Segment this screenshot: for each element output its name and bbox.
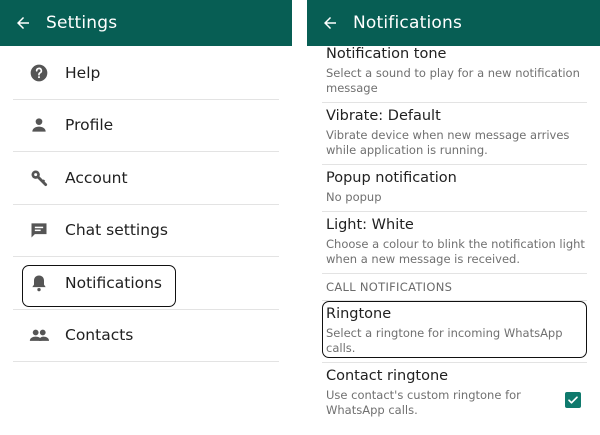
key-icon	[13, 168, 65, 188]
settings-item-profile[interactable]: Profile	[13, 100, 279, 152]
settings-title: Settings	[46, 13, 118, 33]
settings-item-notifications[interactable]: Notifications	[13, 257, 279, 310]
notifications-app-bar: Notifications	[307, 0, 600, 46]
checkmark-icon	[568, 396, 578, 404]
contact-ringtone-checkbox[interactable]	[565, 392, 581, 408]
ringtone-subtitle: Select a ringtone for incoming WhatsApp …	[326, 326, 563, 355]
ringtone-row[interactable]: Ringtone Select a ringtone for incoming …	[322, 301, 587, 363]
help-circle-icon	[13, 63, 65, 83]
person-icon	[13, 115, 65, 135]
settings-item-label: Chat settings	[65, 221, 168, 240]
contact-ringtone-title: Contact ringtone	[326, 368, 449, 384]
back-arrow-icon[interactable]	[307, 0, 353, 46]
settings-item-label: Contacts	[65, 326, 134, 345]
chat-icon	[13, 220, 65, 240]
settings-item-label: Account	[65, 168, 128, 187]
settings-item-contacts[interactable]: Contacts	[13, 310, 279, 362]
popup-notification-subtitle: No popup	[326, 190, 382, 204]
vibrate-title: Vibrate: Default	[326, 108, 441, 124]
contact-ringtone-row[interactable]: Contact ringtone Use contact's custom ri…	[322, 363, 587, 424]
light-row[interactable]: Light: White Choose a colour to blink th…	[322, 212, 587, 274]
settings-menu: Help Profile Account Chat settings Notif…	[0, 47, 292, 362]
vibrate-row[interactable]: Vibrate: Default Vibrate device when new…	[322, 103, 587, 165]
notification-tone-title: Notification tone	[326, 46, 447, 62]
notification-tone-row[interactable]: Notification tone Select a sound to play…	[322, 45, 587, 103]
settings-screen: Settings Help Profile Account Chat setti…	[0, 0, 292, 435]
light-title: Light: White	[326, 217, 414, 233]
back-arrow-icon[interactable]	[0, 0, 46, 46]
settings-item-help[interactable]: Help	[13, 47, 279, 100]
notification-tone-subtitle: Select a sound to play for a new notific…	[326, 66, 580, 95]
notification-preferences: Notification tone Select a sound to play…	[307, 45, 600, 424]
popup-notification-title: Popup notification	[326, 170, 457, 186]
notifications-title: Notifications	[353, 13, 462, 33]
settings-app-bar: Settings	[0, 0, 292, 46]
contact-ringtone-subtitle: Use contact's custom ringtone for WhatsA…	[326, 388, 521, 417]
vibrate-subtitle: Vibrate device when new message arrives …	[326, 128, 570, 157]
call-notifications-header: CALL NOTIFICATIONS	[322, 274, 587, 301]
people-icon	[13, 325, 65, 345]
settings-item-account[interactable]: Account	[13, 152, 279, 205]
settings-item-label: Notifications	[65, 273, 163, 292]
settings-item-label: Profile	[65, 116, 114, 135]
settings-item-label: Help	[65, 63, 101, 82]
ringtone-title: Ringtone	[326, 306, 392, 322]
settings-item-chat-settings[interactable]: Chat settings	[13, 205, 279, 257]
popup-notification-row[interactable]: Popup notification No popup	[322, 165, 587, 212]
light-subtitle: Choose a colour to blink the notificatio…	[326, 237, 585, 266]
bell-icon	[13, 273, 65, 293]
notifications-screen: Notifications Notification tone Select a…	[307, 0, 600, 435]
